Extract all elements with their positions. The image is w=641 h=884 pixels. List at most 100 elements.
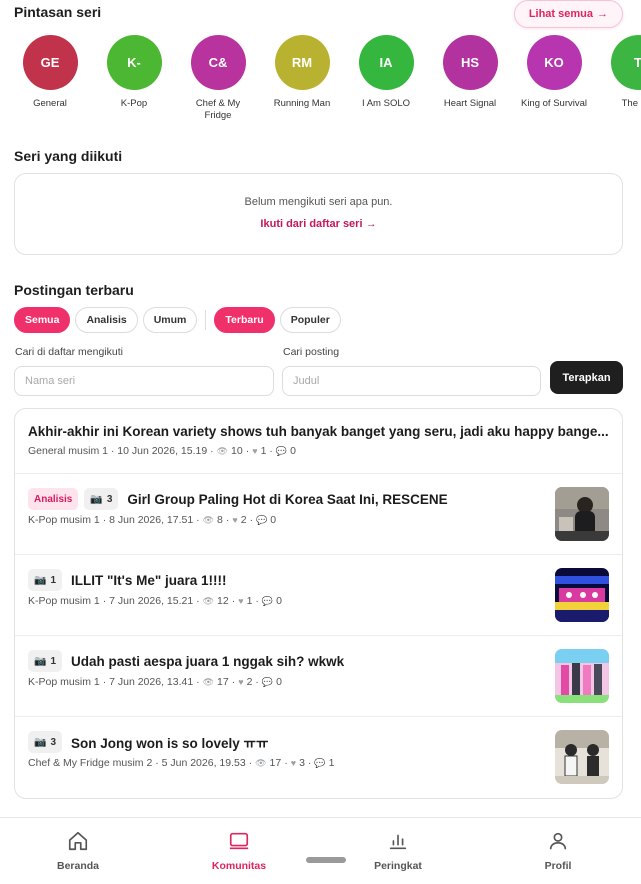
post-meta-text: K-Pop musim 1 · 7 Jun 2026, 13.41 · <box>28 676 200 688</box>
post-thumbnail <box>555 568 609 622</box>
series-label: General <box>33 98 67 109</box>
like-count: 2 <box>246 676 253 688</box>
like-count: 1 <box>260 445 267 457</box>
post-meta: Chef & My Fridge musim 2 · 5 Jun 2026, 1… <box>28 757 335 769</box>
series-shortcut-chef[interactable]: C& Chef & My Fridge <box>176 35 260 122</box>
post-search-input[interactable] <box>282 366 541 396</box>
series-shortcut-i-am-solo[interactable]: IA I Am SOLO <box>344 35 428 110</box>
camera-icon: 📷 <box>34 574 47 586</box>
series-shortcut-king-of-survival[interactable]: KO King of Survival <box>512 35 596 110</box>
eye-icon: 👁 <box>202 595 215 606</box>
series-label: Chef & My Fridge <box>195 98 241 121</box>
post-title: Udah pasti aespa juara 1 nggak sih? wkwk <box>71 653 345 669</box>
heart-icon: ♥ <box>238 677 244 687</box>
camera-icon: 📷 <box>90 493 103 505</box>
image-count: 1 <box>50 655 57 667</box>
chip-analysis[interactable]: Analisis <box>75 307 138 333</box>
see-all-label: Lihat semua <box>528 8 593 20</box>
view-count: 8 <box>217 514 223 526</box>
comment-count: 1 <box>328 757 335 769</box>
comment-icon: 💬 <box>261 676 274 687</box>
series-avatar: C& <box>190 35 246 90</box>
series-label: I Am SOLO <box>361 98 411 109</box>
series-avatar: T <box>610 35 641 90</box>
search-series-label: Cari di daftar mengikuti <box>15 346 123 358</box>
community-icon <box>189 830 289 852</box>
followed-empty-text: Belum mengikuti seri apa pun. <box>244 196 393 208</box>
nav-community[interactable]: Komunitas <box>189 830 289 872</box>
post-item[interactable]: Analisis 📷 3 Girl Group Paling Hot di Kor… <box>15 474 622 555</box>
chip-popular[interactable]: Populer <box>279 307 341 333</box>
comment-icon: 💬 <box>261 595 274 606</box>
post-title: ILLIT "It's Me" juara 1!!!! <box>71 572 227 588</box>
post-item[interactable]: 📷 3 Son Jong won is so lovely ㅠㅠ Chef & M… <box>15 717 622 798</box>
nav-home[interactable]: Beranda <box>28 830 128 872</box>
post-item[interactable]: 📷 1 ILLIT "It's Me" juara 1!!!! K-Pop mus… <box>15 555 622 636</box>
ranking-icon <box>348 830 448 852</box>
series-avatar: HS <box>442 35 498 90</box>
heart-icon: ♥ <box>290 758 297 768</box>
followed-section-title: Seri yang diikuti <box>14 148 123 164</box>
series-shortcut-heart-signal[interactable]: HS Heart Signal <box>428 35 512 110</box>
view-count: 10 <box>231 445 243 457</box>
post-item[interactable]: 📷 1 Udah pasti aespa juara 1 nggak sih? w… <box>15 636 622 717</box>
apply-button[interactable]: Terapkan <box>550 361 623 394</box>
profile-icon <box>508 830 608 852</box>
series-avatar: GE <box>22 35 78 90</box>
follow-from-list-link[interactable]: Ikuti dari daftar seri → <box>15 218 622 230</box>
post-meta-text: General musim 1 · 10 Jun 2026, 15.19 · <box>28 445 214 457</box>
see-all-button[interactable]: Lihat semua → <box>513 0 623 28</box>
series-avatar: RM <box>274 35 330 90</box>
eye-icon: 👁 <box>216 445 229 456</box>
nav-profile[interactable]: Profil <box>508 830 608 872</box>
nav-ranking-label: Peringkat <box>374 860 422 872</box>
like-count: 1 <box>246 595 253 607</box>
chip-all[interactable]: Semua <box>14 307 71 333</box>
post-thumbnail <box>555 487 609 541</box>
series-shortcut-the-ris[interactable]: T The Ris <box>596 35 641 110</box>
filter-chips: Semua Analisis Umum Terbaru Populer <box>14 307 341 333</box>
series-label: K-Pop <box>120 98 148 109</box>
home-indicator <box>306 857 346 863</box>
search-post-label: Cari posting <box>283 346 340 358</box>
series-avatar: K- <box>106 35 162 90</box>
series-label: Running Man <box>273 98 331 109</box>
series-shortcut-running-man[interactable]: RM Running Man <box>260 35 344 110</box>
chip-latest[interactable]: Terbaru <box>214 307 275 333</box>
nav-ranking[interactable]: Peringkat <box>348 830 448 872</box>
eye-icon: 👁 <box>255 757 267 768</box>
home-icon <box>28 830 128 852</box>
series-label: Heart Signal <box>443 98 497 109</box>
nav-community-label: Komunitas <box>211 860 267 872</box>
followed-empty-card: Belum mengikuti seri apa pun. Ikuti dari… <box>14 173 623 255</box>
heart-icon: ♥ <box>232 515 238 525</box>
post-meta: General musim 1 · 10 Jun 2026, 15.19 · 👁… <box>28 445 296 457</box>
view-count: 17 <box>269 757 282 769</box>
series-shortcut-kpop[interactable]: K- K-Pop <box>92 35 176 110</box>
series-label: The Ris <box>621 98 641 109</box>
camera-icon: 📷 <box>34 655 47 667</box>
heart-icon: ♥ <box>238 596 244 606</box>
post-list: Akhir-akhir ini Korean variety shows tuh… <box>14 408 623 799</box>
chip-general[interactable]: Umum <box>142 307 198 333</box>
comment-icon: 💬 <box>275 445 288 456</box>
post-title: Son Jong won is so lovely ㅠㅠ <box>71 736 269 751</box>
image-count-badge: 📷 3 <box>28 731 63 753</box>
series-shortcut-general[interactable]: GE General <box>8 35 92 110</box>
chip-divider <box>205 310 207 330</box>
series-shortcut-strip: GE General K- K-Pop C& Chef & My Fridge … <box>8 35 641 125</box>
nav-home-label: Beranda <box>56 860 99 872</box>
post-thumbnail <box>555 730 609 784</box>
series-search-input[interactable] <box>14 366 274 396</box>
post-item[interactable]: Akhir-akhir ini Korean variety shows tuh… <box>15 409 622 474</box>
view-count: 12 <box>217 595 229 607</box>
post-title: Girl Group Paling Hot di Korea Saat Ini,… <box>127 491 448 507</box>
post-meta-text: K-Pop musim 1 · 7 Jun 2026, 15.21 · <box>28 595 200 607</box>
camera-icon: 📷 <box>34 736 47 748</box>
comment-icon: 💬 <box>256 514 268 525</box>
image-count: 3 <box>50 736 57 748</box>
like-count: 2 <box>240 514 247 526</box>
post-meta: K-Pop musim 1 · 7 Jun 2026, 13.41 · 👁 17 ·… <box>28 676 282 688</box>
series-avatar: KO <box>526 35 582 90</box>
like-count: 3 <box>299 757 305 769</box>
